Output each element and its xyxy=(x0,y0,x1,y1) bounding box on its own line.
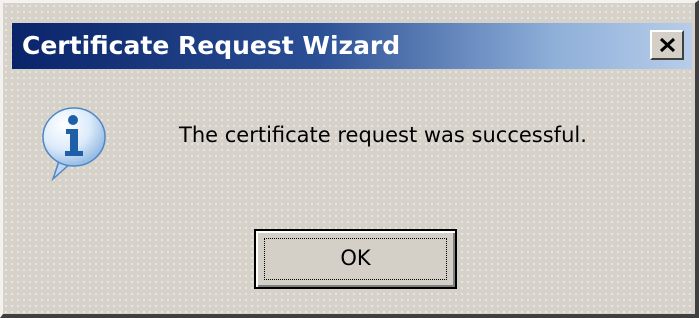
info-icon xyxy=(42,107,106,182)
dialog-window: Certificate Request Wizard The certifica… xyxy=(0,0,699,318)
dialog-message: The certificate request was successful. xyxy=(179,123,587,147)
close-icon xyxy=(659,37,676,53)
close-button[interactable] xyxy=(650,30,684,60)
ok-button-label: OK xyxy=(340,246,371,270)
title-bar[interactable]: Certificate Request Wizard xyxy=(12,23,692,69)
dialog-title: Certificate Request Wizard xyxy=(22,31,401,60)
ok-button[interactable]: OK xyxy=(254,229,457,289)
